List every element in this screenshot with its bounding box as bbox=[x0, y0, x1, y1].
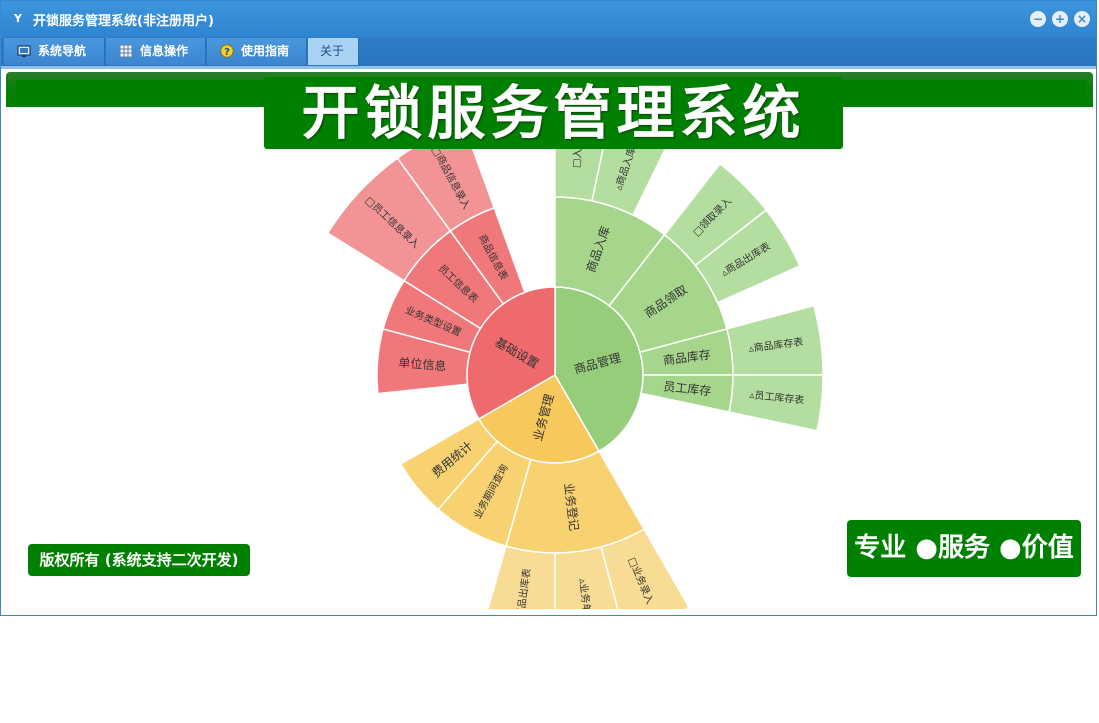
copyright-badge: 版权所有 (系统支持二次开发) bbox=[28, 544, 250, 576]
system-banner-title: 开锁服务管理系统 bbox=[264, 77, 843, 149]
slogan-badge: 专业 ●服务 ●价值 bbox=[847, 520, 1081, 577]
